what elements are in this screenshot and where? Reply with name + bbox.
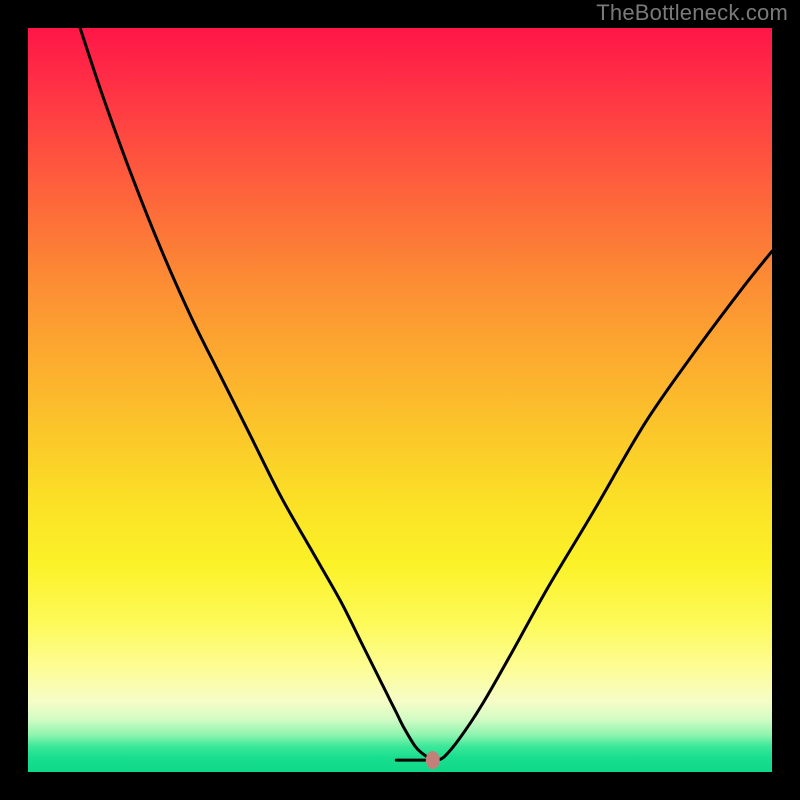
watermark-text: TheBottleneck.com [596,0,788,26]
chart-frame: TheBottleneck.com [0,0,800,800]
bottleneck-curve [80,28,772,760]
curve-svg [28,28,772,772]
optimum-marker [426,751,440,769]
plot-area [28,28,772,772]
